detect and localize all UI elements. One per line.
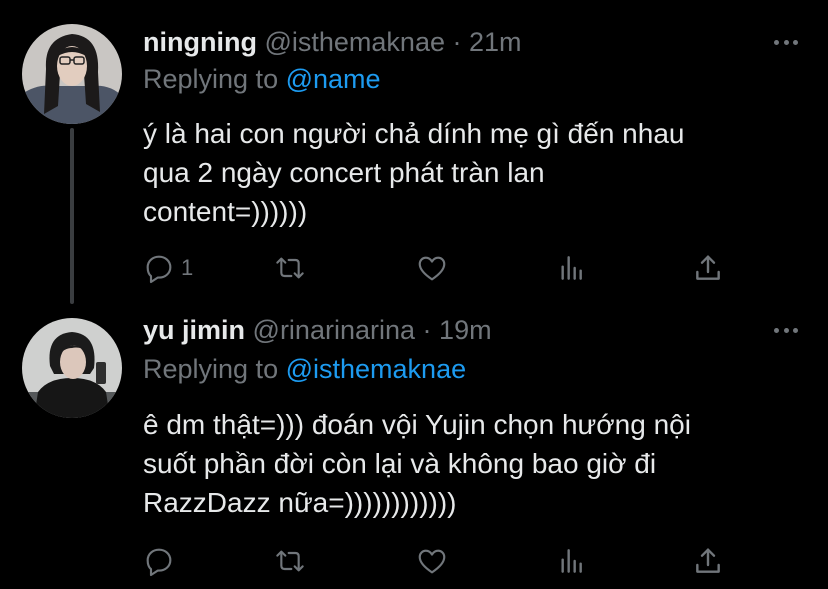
avatar-ningning[interactable] — [22, 24, 122, 124]
tweet-2[interactable]: yu jimin @rinarinarina · 19m Replying to… — [0, 296, 828, 589]
like-icon — [418, 256, 446, 281]
replying-to-line: Replying to @name — [143, 62, 381, 96]
more-icon[interactable] — [774, 38, 798, 46]
tweet-actions — [143, 544, 743, 578]
replying-to-prefix: Replying to — [143, 354, 279, 384]
tweet-text-line: suốt phần đời còn lại và không bao giờ đ… — [143, 448, 657, 479]
replying-to-prefix: Replying to — [143, 64, 279, 94]
user-handle[interactable]: @isthemaknae — [264, 27, 445, 57]
retweet-button[interactable] — [274, 544, 306, 578]
stats-button[interactable] — [556, 251, 588, 285]
retweet-icon — [276, 550, 304, 572]
thread-connector-line — [70, 128, 74, 304]
stats-button[interactable] — [556, 544, 588, 578]
reply-count: 1 — [181, 255, 194, 280]
separator-dot: · — [422, 315, 432, 345]
tweet-text-line: ê dm thật=))) đoán vội Yujin chọn hướng … — [143, 409, 691, 440]
tweet-header: ningning @isthemaknae · 21m — [143, 25, 522, 59]
stats-icon — [561, 549, 582, 573]
share-button[interactable] — [692, 544, 724, 578]
retweet-icon — [276, 257, 304, 279]
replying-to-line: Replying to @isthemaknae — [143, 352, 466, 386]
like-button[interactable] — [416, 251, 448, 285]
like-button[interactable] — [416, 544, 448, 578]
avatar-yu-jimin[interactable] — [22, 318, 122, 418]
tweet-text-line: ý là hai con người chả dính mẹ gì đến nh… — [143, 118, 685, 149]
like-icon — [418, 549, 446, 574]
tweet-text: ý là hai con người chả dính mẹ gì đến nh… — [143, 114, 808, 231]
tweet-text-line: RazzDazz nữa=)))))))))))) — [143, 487, 457, 518]
reply-icon — [146, 548, 172, 577]
share-button[interactable] — [692, 251, 724, 285]
stats-icon — [561, 256, 582, 280]
timestamp[interactable]: 19m — [439, 315, 492, 345]
tweet-actions: 1 — [143, 251, 743, 285]
share-icon — [696, 548, 720, 573]
retweet-button[interactable] — [274, 251, 306, 285]
timestamp[interactable]: 21m — [469, 27, 522, 57]
reply-button[interactable] — [143, 544, 181, 578]
share-icon — [696, 255, 720, 280]
tweet-text: ê dm thật=))) đoán vội Yujin chọn hướng … — [143, 405, 808, 522]
separator-dot: · — [452, 27, 462, 57]
reply-icon — [146, 255, 172, 284]
more-icon[interactable] — [774, 326, 798, 334]
reply-button[interactable]: 1 — [143, 251, 193, 285]
display-name[interactable]: ningning — [143, 27, 257, 57]
replying-to-mention[interactable]: @name — [286, 64, 381, 94]
user-handle[interactable]: @rinarinarina — [253, 315, 415, 345]
replying-to-mention[interactable]: @isthemaknae — [286, 354, 467, 384]
tweet-1[interactable]: ningning @isthemaknae · 21m Replying to … — [0, 0, 828, 304]
display-name[interactable]: yu jimin — [143, 315, 245, 345]
tweet-text-line: content=)))))) — [143, 196, 308, 227]
tweet-text-line: qua 2 ngày concert phát tràn lan — [143, 157, 545, 188]
tweet-header: yu jimin @rinarinarina · 19m — [143, 313, 492, 347]
